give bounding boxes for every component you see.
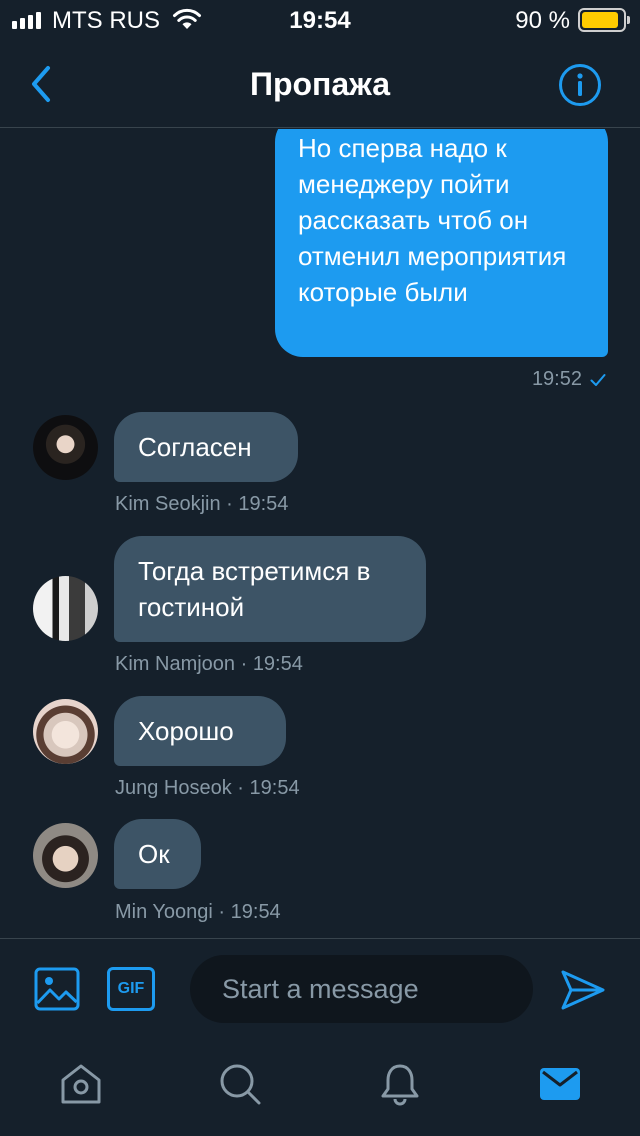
message-sender-meta: Min Yoongi · 19:54 [115, 901, 281, 923]
avatar[interactable] [33, 699, 98, 764]
messages-icon[interactable] [538, 1062, 582, 1106]
notifications-icon[interactable] [378, 1062, 422, 1106]
message-sender-meta: Jung Hoseok · 19:54 [115, 777, 300, 799]
message-composer: GIF [0, 938, 640, 1038]
gif-button[interactable]: GIF [107, 967, 155, 1011]
sent-message-meta: 19:52 [532, 368, 606, 391]
message-thread: Но сперва надо к менеджеру пойти рассказ… [0, 129, 640, 937]
sent-message-bubble[interactable]: Но сперва надо к менеджеру пойти рассказ… [275, 129, 608, 357]
message-input[interactable] [190, 955, 533, 1023]
status-bar: MTS RUS 19:54 90 % [0, 0, 640, 40]
send-icon[interactable] [560, 969, 606, 1011]
bottom-tab-bar [0, 1038, 640, 1136]
avatar[interactable] [33, 823, 98, 888]
conversation-title: Пропажа [249, 66, 391, 102]
message-sender-meta: Kim Seokjin · 19:54 [115, 493, 289, 515]
search-icon[interactable] [218, 1062, 262, 1106]
battery-icon [578, 8, 630, 32]
image-icon[interactable] [34, 967, 80, 1011]
received-message-bubble[interactable]: Ок [114, 819, 201, 889]
battery-level [582, 12, 618, 28]
avatar[interactable] [33, 415, 98, 480]
checkmark-icon [590, 373, 606, 386]
received-message-bubble[interactable]: Тогда встретимся в гостиной [114, 536, 426, 642]
battery-percentage: 90 % [515, 7, 570, 34]
info-icon[interactable] [558, 63, 602, 107]
message-sender-meta: Kim Namjoon · 19:54 [115, 653, 303, 675]
avatar[interactable] [33, 576, 98, 641]
sent-message-time: 19:52 [531, 368, 582, 390]
conversation-header: Пропажа [0, 40, 640, 128]
received-message-bubble[interactable]: Хорошо [114, 696, 286, 766]
home-icon[interactable] [59, 1062, 103, 1106]
received-message-bubble[interactable]: Согласен [114, 412, 298, 482]
